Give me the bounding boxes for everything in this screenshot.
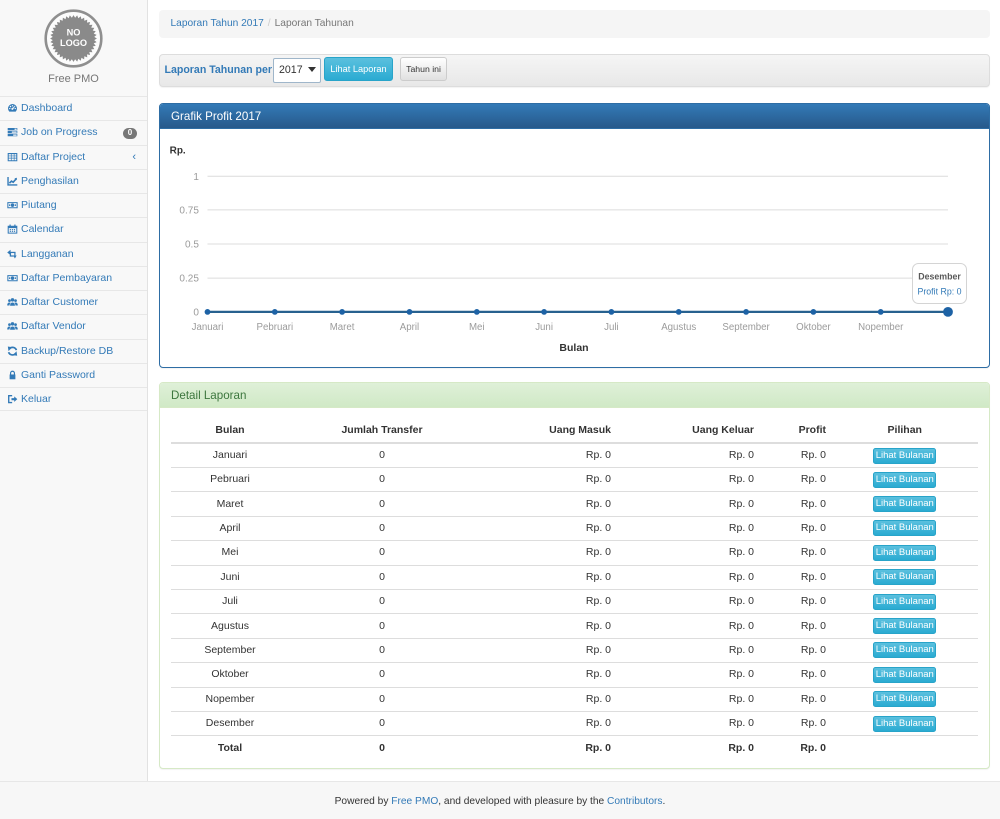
svg-text:0.5: 0.5 bbox=[184, 239, 198, 250]
svg-text:0.25: 0.25 bbox=[179, 273, 199, 284]
svg-text:Oktober: Oktober bbox=[796, 322, 831, 333]
svg-text:Mei: Mei bbox=[468, 322, 484, 333]
svg-text:Juni: Juni bbox=[535, 322, 553, 333]
svg-text:Profit Rp: 0: Profit Rp: 0 bbox=[917, 286, 961, 296]
svg-text:Pebruari: Pebruari bbox=[256, 322, 293, 333]
svg-text:April: April bbox=[399, 322, 418, 333]
svg-text:0: 0 bbox=[193, 307, 199, 318]
svg-text:0.75: 0.75 bbox=[179, 205, 199, 216]
svg-text:NO: NO bbox=[67, 28, 81, 38]
svg-text:LOGO: LOGO bbox=[60, 38, 87, 48]
svg-text:Nopember: Nopember bbox=[858, 322, 904, 333]
svg-text:Bulan: Bulan bbox=[559, 342, 588, 354]
svg-text:Januari: Januari bbox=[191, 322, 223, 333]
svg-text:Desember: Desember bbox=[918, 271, 961, 281]
svg-text:Agustus: Agustus bbox=[661, 322, 696, 333]
svg-text:September: September bbox=[722, 322, 770, 333]
svg-text:Juli: Juli bbox=[604, 322, 619, 333]
svg-text:Rp.: Rp. bbox=[169, 145, 185, 156]
svg-text:1: 1 bbox=[193, 171, 199, 182]
svg-text:Maret: Maret bbox=[329, 322, 354, 333]
